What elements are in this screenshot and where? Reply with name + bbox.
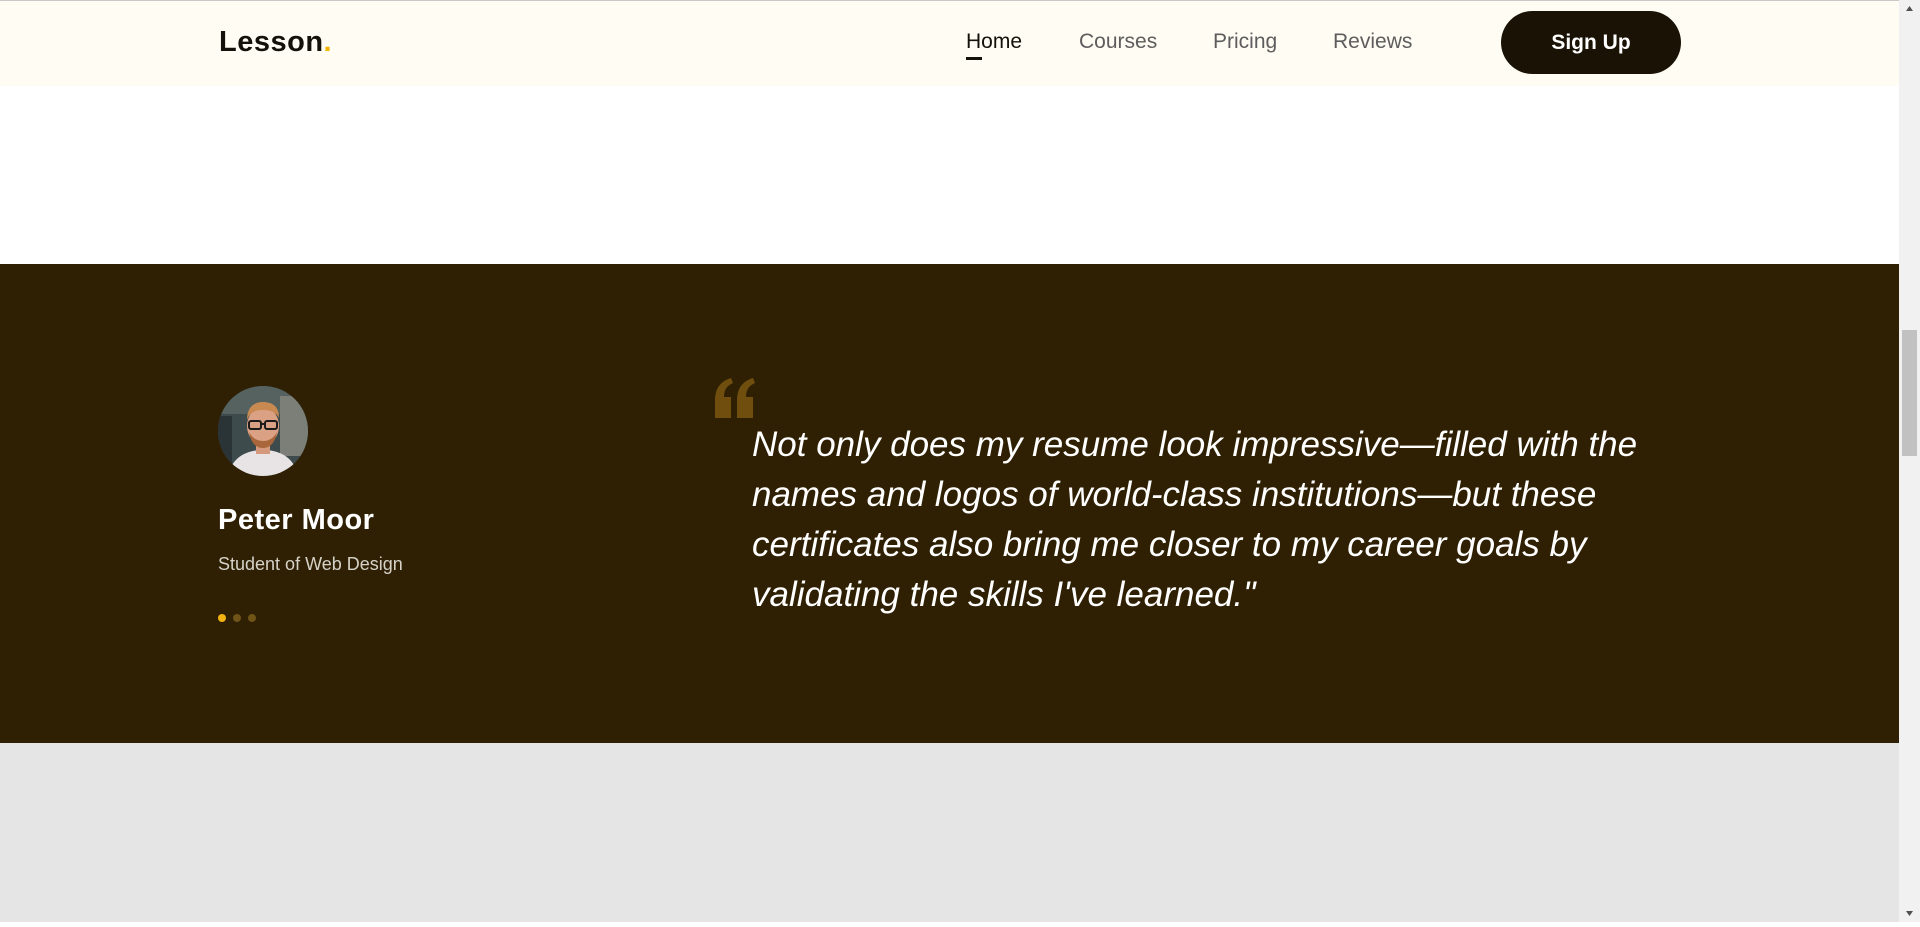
quote-mark-icon — [715, 378, 755, 418]
triangle-down-icon[interactable] — [1899, 905, 1920, 922]
reviewer-name: Peter Moor — [218, 504, 375, 536]
slider-dot-2[interactable] — [233, 614, 241, 622]
slider-dot-1[interactable] — [218, 614, 226, 622]
reviewer-role: Student of Web Design — [218, 554, 403, 574]
logo-dot: . — [323, 26, 333, 58]
next-section — [0, 743, 1899, 922]
site-logo[interactable]: Lesson. — [219, 24, 332, 60]
vertical-scrollbar[interactable] — [1899, 0, 1920, 922]
nav-item-label: Reviews — [1333, 30, 1413, 53]
nav-item-label: Pricing — [1213, 30, 1278, 53]
slider-dot-3[interactable] — [248, 614, 256, 622]
page: Lesson. Home Courses Pricing Reviews Sig… — [0, 0, 1899, 922]
avatar-portrait — [218, 386, 308, 476]
nav-item-home[interactable]: Home — [966, 28, 1023, 60]
site-header: Lesson. Home Courses Pricing Reviews Sig… — [0, 0, 1899, 86]
triangle-up-icon[interactable] — [1899, 0, 1920, 17]
testimonial-quote: Not only does my resume look impressive—… — [752, 425, 1638, 614]
scrollbar-thumb[interactable] — [1902, 330, 1917, 456]
header-top-border — [0, 0, 1899, 1]
logo-text: Lesson — [219, 26, 324, 58]
avatar — [218, 386, 308, 476]
nav-item-courses[interactable]: Courses — [1079, 28, 1157, 56]
sign-up-button[interactable]: Sign Up — [1501, 11, 1681, 74]
nav-active-indicator — [966, 57, 982, 60]
nav-item-pricing[interactable]: Pricing — [1213, 28, 1277, 56]
nav-item-label: Home — [966, 30, 1023, 53]
nav-item-label: Courses — [1079, 30, 1158, 53]
testimonial-section: Peter Moor Student of Web Design Not onl… — [0, 264, 1899, 743]
nav-item-reviews[interactable]: Reviews — [1333, 28, 1412, 56]
